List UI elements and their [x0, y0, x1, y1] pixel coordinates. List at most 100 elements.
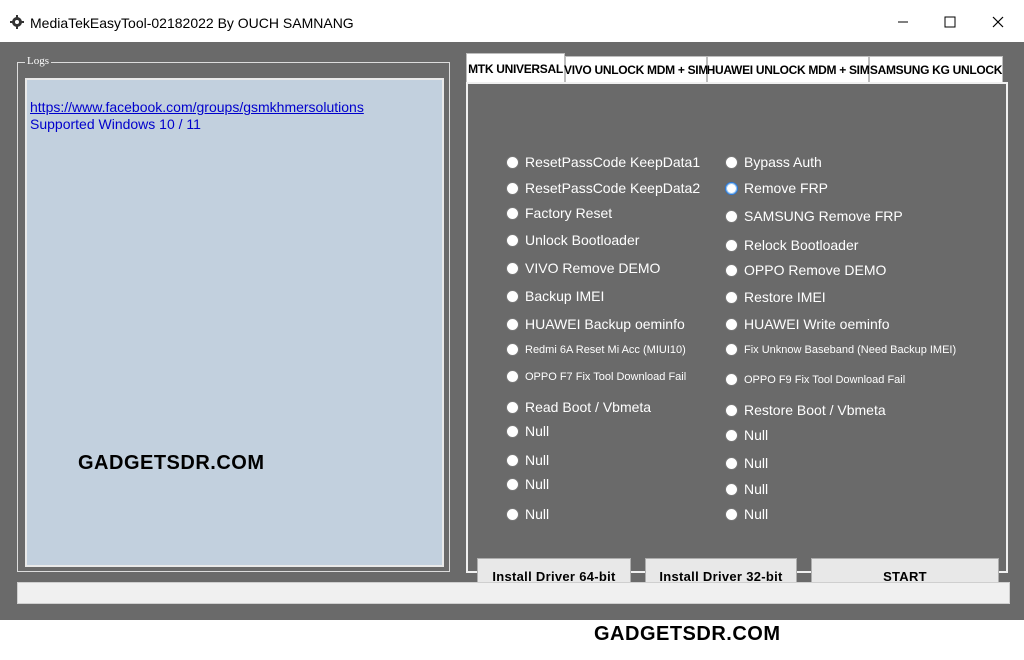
radio-button[interactable]	[506, 477, 519, 491]
option-label: Null	[525, 506, 550, 522]
radio-button[interactable]	[725, 290, 738, 304]
radio-button[interactable]	[506, 343, 519, 356]
radio-button-selected[interactable]	[725, 181, 738, 195]
option-label: Null	[744, 455, 769, 471]
option-label: ResetPassCode KeepData1	[525, 154, 701, 170]
option-relock-bootloader[interactable]: Relock Bootloader	[725, 237, 858, 253]
option-null[interactable]: Null	[725, 427, 768, 443]
option-label: Relock Bootloader	[744, 237, 859, 253]
option-label: HUAWEI Write oeminfo	[744, 316, 890, 332]
minimize-icon	[898, 21, 908, 23]
option-null[interactable]: Null	[725, 481, 768, 497]
radio-button[interactable]	[725, 507, 738, 521]
tab-panel-mtk-universal: ResetPassCode KeepData1 ResetPassCode Ke…	[466, 82, 1008, 594]
radio-button[interactable]	[725, 209, 738, 223]
option-null[interactable]: Null	[506, 423, 549, 439]
radio-button[interactable]	[725, 317, 738, 331]
radio-button[interactable]	[725, 456, 738, 470]
radio-button[interactable]	[506, 370, 519, 383]
maximize-icon	[944, 16, 956, 28]
logs-textbox[interactable]: https://www.facebook.com/groups/gsmkhmer…	[25, 78, 444, 567]
option-null[interactable]: Null	[506, 452, 549, 468]
option-read-boot-vbmeta[interactable]: Read Boot / Vbmeta	[506, 399, 651, 415]
radio-button[interactable]	[506, 155, 519, 169]
option-restore-boot-vbmeta[interactable]: Restore Boot / Vbmeta	[725, 402, 886, 418]
radio-button[interactable]	[506, 206, 519, 220]
option-label: Null	[525, 423, 550, 439]
option-label: Restore Boot / Vbmeta	[744, 402, 886, 418]
option-label: Null	[525, 452, 550, 468]
option-label: Backup IMEI	[525, 288, 605, 304]
option-label: SAMSUNG Remove FRP	[744, 208, 903, 224]
option-label: Fix Unknow Baseband (Need Backup IMEI)	[744, 343, 957, 356]
tab-strip: MTK UNIVERSAL VIVO UNLOCK MDM + SIM HUAW…	[466, 53, 1003, 83]
radio-button[interactable]	[506, 507, 519, 521]
option-fix-unknow-baseband[interactable]: Fix Unknow Baseband (Need Backup IMEI)	[725, 343, 956, 356]
progress-bar	[17, 582, 1010, 604]
client-area: Logs https://www.facebook.com/groups/gsm…	[0, 42, 1024, 620]
option-label: Null	[744, 481, 769, 497]
radio-button[interactable]	[506, 424, 519, 438]
logs-group: Logs https://www.facebook.com/groups/gsm…	[17, 55, 450, 572]
option-remove-frp[interactable]: Remove FRP	[725, 180, 828, 196]
option-label: Unlock Bootloader	[525, 232, 640, 248]
option-label: Read Boot / Vbmeta	[525, 399, 652, 415]
radio-button[interactable]	[725, 238, 738, 252]
radio-button[interactable]	[725, 482, 738, 496]
option-unlock-bootloader[interactable]: Unlock Bootloader	[506, 232, 639, 248]
option-resetpasscode-keepdata1[interactable]: ResetPassCode KeepData1	[506, 154, 700, 170]
option-label: Remove FRP	[744, 180, 829, 196]
option-huawei-write-oeminfo[interactable]: HUAWEI Write oeminfo	[725, 316, 889, 332]
tab-samsung-kg-unlock[interactable]: SAMSUNG KG UNLOCK	[869, 56, 1003, 83]
logs-legend: Logs	[25, 55, 51, 67]
radio-button[interactable]	[506, 317, 519, 331]
option-label: Null	[744, 506, 769, 522]
option-label: Redmi 6A Reset Mi Acc (MIUI10)	[525, 343, 686, 356]
option-null[interactable]: Null	[506, 476, 549, 492]
radio-button[interactable]	[725, 373, 738, 386]
radio-button[interactable]	[506, 400, 519, 414]
option-label: Bypass Auth	[744, 154, 822, 170]
option-huawei-backup-oeminfo[interactable]: HUAWEI Backup oeminfo	[506, 316, 685, 332]
radio-button[interactable]	[725, 403, 738, 417]
tab-vivo-unlock[interactable]: VIVO UNLOCK MDM + SIM	[564, 56, 708, 83]
option-label: Factory Reset	[525, 205, 613, 221]
facebook-group-link[interactable]: https://www.facebook.com/groups/gsmkhmer…	[30, 99, 439, 116]
radio-button[interactable]	[725, 428, 738, 442]
radio-button[interactable]	[725, 155, 738, 169]
option-bypass-auth[interactable]: Bypass Auth	[725, 154, 822, 170]
maximize-button[interactable]	[930, 8, 970, 36]
option-label: Null	[525, 476, 550, 492]
option-resetpasscode-keepdata2[interactable]: ResetPassCode KeepData2	[506, 180, 700, 196]
option-oppo-f7-fix[interactable]: OPPO F7 Fix Tool Download Fail	[506, 370, 686, 383]
window-title: MediaTekEasyTool-02182022 By OUCH SAMNAN…	[30, 15, 354, 31]
option-null[interactable]: Null	[725, 455, 768, 471]
option-null[interactable]: Null	[506, 506, 549, 522]
radio-button[interactable]	[506, 181, 519, 195]
option-oppo-f9-fix[interactable]: OPPO F9 Fix Tool Download Fail	[725, 373, 905, 386]
close-button[interactable]	[978, 8, 1018, 36]
option-null[interactable]: Null	[725, 506, 768, 522]
option-oppo-remove-demo[interactable]: OPPO Remove DEMO	[725, 262, 886, 278]
radio-button[interactable]	[725, 343, 738, 356]
radio-button[interactable]	[506, 289, 519, 303]
tab-mtk-universal[interactable]: MTK UNIVERSAL	[466, 53, 565, 83]
option-vivo-remove-demo[interactable]: VIVO Remove DEMO	[506, 260, 660, 276]
option-redmi-6a-reset[interactable]: Redmi 6A Reset Mi Acc (MIUI10)	[506, 343, 686, 356]
option-label: OPPO F7 Fix Tool Download Fail	[525, 370, 687, 383]
radio-button[interactable]	[506, 261, 519, 275]
minimize-button[interactable]	[883, 8, 923, 36]
option-samsung-remove-frp[interactable]: SAMSUNG Remove FRP	[725, 208, 903, 224]
title-bar: MediaTekEasyTool-02182022 By OUCH SAMNAN…	[0, 0, 1024, 42]
close-icon	[992, 16, 1004, 28]
option-label: OPPO F9 Fix Tool Download Fail	[744, 373, 906, 386]
radio-button[interactable]	[506, 233, 519, 247]
watermark-footer: GADGETSDR.COM	[594, 623, 781, 645]
option-label: ResetPassCode KeepData2	[525, 180, 701, 196]
option-backup-imei[interactable]: Backup IMEI	[506, 288, 604, 304]
radio-button[interactable]	[725, 263, 738, 277]
option-factory-reset[interactable]: Factory Reset	[506, 205, 612, 221]
radio-button[interactable]	[506, 453, 519, 467]
tab-huawei-unlock[interactable]: HUAWEI UNLOCK MDM + SIM	[707, 56, 870, 83]
option-restore-imei[interactable]: Restore IMEI	[725, 289, 826, 305]
